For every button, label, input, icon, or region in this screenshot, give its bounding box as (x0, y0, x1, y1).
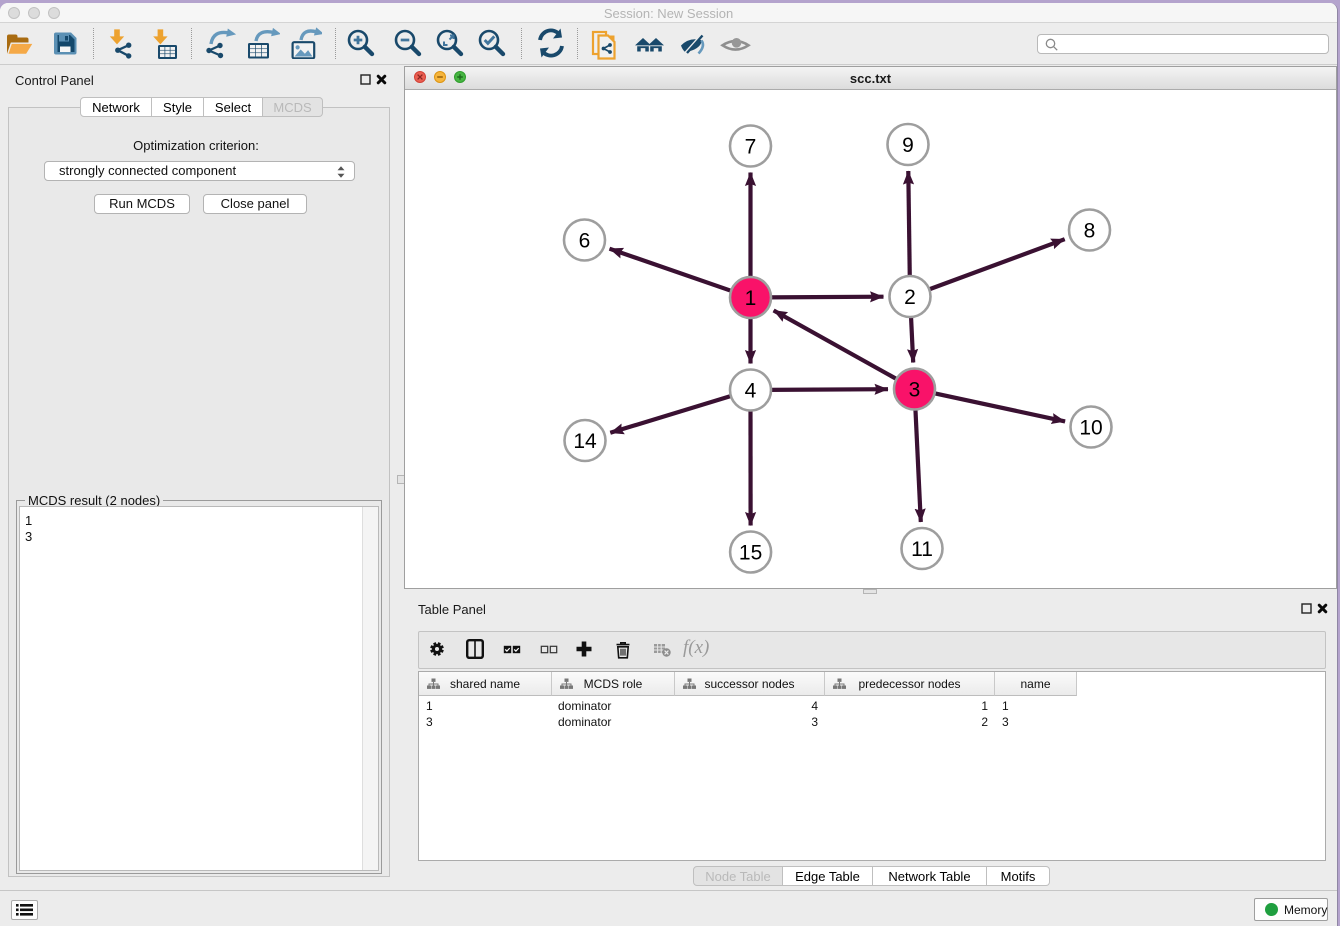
svg-text:14: 14 (573, 430, 597, 453)
svg-text:15: 15 (739, 542, 762, 565)
svg-text:7: 7 (745, 136, 757, 159)
svg-text:11: 11 (911, 538, 933, 561)
svg-text:8: 8 (1084, 220, 1096, 243)
svg-text:3: 3 (909, 379, 921, 402)
svg-text:2: 2 (904, 286, 916, 309)
svg-text:1: 1 (745, 287, 757, 310)
svg-text:4: 4 (745, 380, 757, 403)
svg-text:9: 9 (902, 134, 914, 157)
svg-text:6: 6 (579, 230, 591, 253)
svg-text:10: 10 (1079, 417, 1102, 440)
